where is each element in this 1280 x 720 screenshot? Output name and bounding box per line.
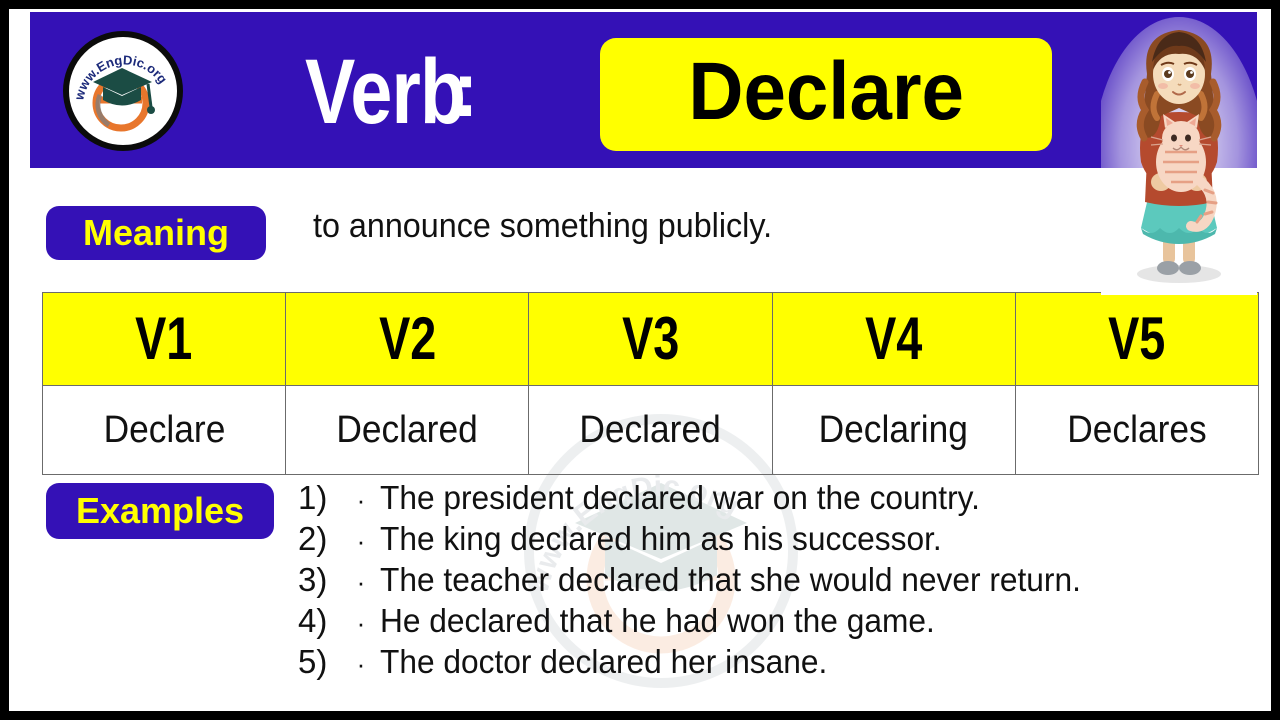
engdic-logo: www.EngDic.org	[63, 31, 183, 151]
table-cell-v3: Declared	[528, 385, 773, 475]
list-item: 3) · The teacher declared that she would…	[298, 561, 1238, 602]
list-item: 4) · He declared that he had won the gam…	[298, 602, 1238, 643]
list-item: 5) · The doctor declared her insane.	[298, 643, 1238, 684]
bullet-icon: ·	[356, 485, 366, 515]
list-item: 2) · The king declared him as his succes…	[298, 520, 1238, 561]
v3-header: V3	[621, 305, 680, 372]
v4-form: Declaring	[819, 409, 969, 451]
meaning-text: to announce something publicly.	[313, 207, 773, 245]
table-header-cell-v3: V3	[528, 292, 773, 386]
meaning-label: Meaning	[82, 212, 229, 253]
example-sentence: The teacher declared that she would neve…	[380, 561, 1081, 598]
table-row: Declare Declared Declared Declaring Decl…	[41, 385, 1260, 475]
illustration-graphic	[1101, 12, 1257, 295]
v2-form: Declared	[336, 409, 478, 451]
v3-form: Declared	[579, 409, 722, 451]
example-number: 2)	[298, 520, 328, 557]
example-number: 4)	[298, 602, 328, 639]
table-header-row: V1 V2 V3 V4 V5	[41, 292, 1260, 386]
word-text: Declare	[688, 45, 964, 137]
table-header-cell-v1: V1	[41, 292, 287, 386]
bullet-icon: ·	[356, 608, 366, 638]
v1-header: V1	[135, 305, 193, 372]
example-sentence: The king declared him as his successor.	[380, 520, 942, 557]
meaning-row: Meaning to announce something publicly.	[30, 168, 1257, 290]
examples-list: 1) · The president declared war on the c…	[298, 479, 1238, 684]
list-item: 1) · The president declared war on the c…	[298, 479, 1238, 520]
example-number: 5)	[298, 643, 328, 680]
part-of-speech-text: Verb	[305, 41, 466, 143]
example-number: 1)	[298, 479, 328, 516]
table-cell-v5: Declares	[1014, 385, 1260, 475]
verb-forms-card: www.EngDic.org Verb : Declare Meaning to…	[0, 0, 1280, 720]
girl-with-cat-illustration	[1101, 12, 1257, 295]
header-bar: www.EngDic.org Verb : Declare	[30, 12, 1257, 168]
v5-header: V5	[1108, 305, 1166, 372]
verb-forms-table: V1 V2 V3 V4 V5 Declare Declared Declared…	[41, 292, 1260, 475]
table-header-cell-v4: V4	[771, 292, 1016, 386]
word-pill: Declare	[600, 38, 1052, 151]
examples-badge: Examples	[46, 483, 274, 539]
bullet-icon: ·	[356, 526, 366, 556]
table-cell-v1: Declare	[41, 385, 287, 475]
table-header-cell-v5: V5	[1014, 292, 1260, 386]
v4-header: V4	[865, 305, 923, 372]
example-sentence: He declared that he had won the game.	[380, 602, 935, 639]
v2-header: V2	[378, 305, 436, 372]
examples-row: Examples 1) · The president declared war…	[30, 475, 1257, 719]
example-sentence: The doctor declared her insane.	[380, 643, 828, 680]
bullet-icon: ·	[356, 567, 366, 597]
meaning-badge: Meaning	[46, 206, 266, 260]
example-number: 3)	[298, 561, 328, 598]
example-sentence: The president declared war on the countr…	[380, 479, 980, 516]
v5-form: Declares	[1067, 409, 1207, 451]
table-header-cell-v2: V2	[285, 292, 530, 386]
part-of-speech-label: Verb :	[305, 30, 478, 154]
v1-form: Declare	[103, 409, 225, 451]
bullet-icon: ·	[356, 649, 366, 679]
table-cell-v2: Declared	[285, 385, 530, 475]
logo-graphic: www.EngDic.org	[71, 39, 175, 143]
examples-label: Examples	[75, 490, 245, 531]
table-cell-v4: Declaring	[771, 385, 1016, 475]
